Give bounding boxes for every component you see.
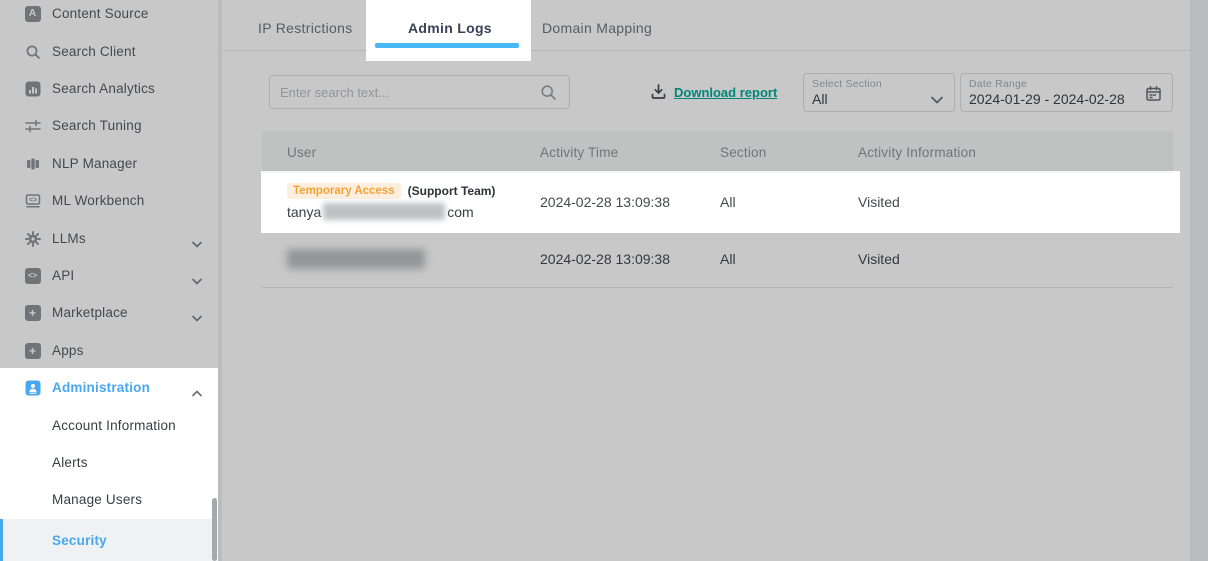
tabbar-divider bbox=[222, 50, 366, 51]
sidebar-item-label: Apps bbox=[52, 343, 84, 358]
redacted-email-blur bbox=[323, 203, 445, 220]
search-input[interactable] bbox=[280, 76, 540, 108]
date-range-picker[interactable]: Date Range 2024-01-29 - 2024-02-28 bbox=[960, 73, 1173, 112]
search-icon[interactable] bbox=[540, 84, 557, 106]
security-content-card: IP Restrictions Admin Logs Domain Mappin… bbox=[222, 0, 1190, 561]
apps-icon: + bbox=[24, 342, 41, 359]
table-row: Temporary Access (Support Team) tanya co… bbox=[262, 173, 1173, 230]
chevron-up-icon bbox=[192, 384, 202, 402]
admin-logs-table: User Activity Time Section Activity Info… bbox=[262, 131, 1173, 288]
calendar-icon bbox=[1145, 85, 1162, 107]
sidebar-item-content-source[interactable]: A Content Source bbox=[0, 0, 218, 32]
sidebar-item-marketplace[interactable]: + Marketplace bbox=[0, 294, 218, 331]
column-header-activity-information: Activity Information bbox=[858, 145, 1173, 160]
sidebar-item-search-client[interactable]: Search Client bbox=[0, 33, 218, 70]
user-cell bbox=[262, 249, 540, 269]
column-header-activity-time: Activity Time bbox=[540, 145, 720, 160]
user-email: tanya com bbox=[287, 203, 540, 220]
redacted-email-blur bbox=[287, 249, 425, 269]
section-filter-value: All bbox=[812, 91, 828, 107]
table-row: 2024-02-28 13:09:38 All Visited bbox=[262, 230, 1173, 287]
tabbar-divider bbox=[531, 50, 1190, 51]
section-cell: All bbox=[720, 194, 858, 210]
user-cell: Temporary Access (Support Team) tanya co… bbox=[262, 183, 540, 220]
tab-ip-restrictions[interactable]: IP Restrictions bbox=[258, 20, 353, 36]
sidebar-item-label: Account Information bbox=[52, 418, 176, 433]
column-header-user: User bbox=[262, 145, 540, 160]
sidebar-item-label: ML Workbench bbox=[52, 193, 144, 208]
sidebar-item-label: Alerts bbox=[52, 455, 88, 470]
tuning-sliders-icon bbox=[24, 117, 41, 134]
sidebar-item-label: Administration bbox=[52, 380, 150, 395]
sidebar-item-label: LLMs bbox=[52, 231, 86, 246]
sidebar: A Content Source Search Client Search An… bbox=[0, 0, 218, 561]
sidebar-item-label: Content Source bbox=[52, 6, 149, 21]
section-cell: All bbox=[720, 251, 858, 267]
log-search-box bbox=[269, 75, 570, 109]
sidebar-item-apps[interactable]: + Apps bbox=[0, 332, 218, 369]
marketplace-icon: + bbox=[24, 304, 41, 321]
sidebar-item-search-analytics[interactable]: Search Analytics bbox=[0, 70, 218, 107]
ml-workbench-icon: <> bbox=[24, 192, 41, 209]
sidebar-item-api[interactable]: <> API bbox=[0, 257, 218, 294]
content-source-icon: A bbox=[24, 5, 41, 22]
chevron-down-icon bbox=[192, 235, 202, 253]
tab-admin-logs[interactable]: Admin Logs bbox=[408, 20, 492, 36]
api-icon: <> bbox=[24, 267, 41, 284]
svg-text:<>: <> bbox=[28, 197, 36, 204]
nlp-manager-icon bbox=[24, 155, 41, 172]
email-prefix: tanya bbox=[287, 204, 321, 220]
section-filter-label: Select Section bbox=[812, 78, 882, 90]
download-icon[interactable] bbox=[650, 83, 667, 105]
temporary-access-badge: Temporary Access bbox=[287, 183, 401, 199]
date-range-value: 2024-01-29 - 2024-02-28 bbox=[969, 91, 1125, 107]
sidebar-item-alerts[interactable]: Alerts bbox=[0, 444, 218, 481]
support-team-note: (Support Team) bbox=[408, 184, 496, 198]
tab-domain-mapping[interactable]: Domain Mapping bbox=[542, 20, 652, 36]
active-tab-underline bbox=[375, 43, 519, 48]
sidebar-item-search-tuning[interactable]: Search Tuning bbox=[0, 107, 218, 144]
sidebar-item-security[interactable]: Security bbox=[0, 519, 218, 561]
activity-information-cell: Visited bbox=[858, 251, 1173, 267]
sidebar-item-label: Search Tuning bbox=[52, 118, 142, 133]
column-header-section: Section bbox=[720, 145, 858, 160]
sidebar-item-account-information[interactable]: Account Information bbox=[0, 407, 218, 444]
sidebar-item-label: API bbox=[52, 268, 74, 283]
date-range-label: Date Range bbox=[969, 78, 1027, 90]
sidebar-item-manage-users[interactable]: Manage Users bbox=[0, 481, 218, 518]
chevron-down-icon bbox=[931, 91, 943, 109]
search-icon bbox=[24, 43, 41, 60]
sidebar-item-label: Security bbox=[52, 533, 107, 548]
activity-time-cell: 2024-02-28 13:09:38 bbox=[540, 194, 720, 210]
email-suffix: com bbox=[447, 204, 473, 220]
sidebar-scrollbar-thumb[interactable] bbox=[212, 498, 217, 561]
analytics-icon bbox=[24, 80, 41, 97]
chevron-down-icon bbox=[192, 309, 202, 327]
administration-badge-icon bbox=[24, 379, 41, 396]
row-divider bbox=[262, 287, 1173, 288]
sidebar-item-nlp-manager[interactable]: NLP Manager bbox=[0, 145, 218, 182]
sidebar-item-label: Search Client bbox=[52, 44, 136, 59]
activity-time-cell: 2024-02-28 13:09:38 bbox=[540, 251, 720, 267]
llms-gear-icon bbox=[24, 230, 41, 247]
table-header-row: User Activity Time Section Activity Info… bbox=[262, 131, 1173, 173]
sidebar-item-label: NLP Manager bbox=[52, 156, 137, 171]
sidebar-item-administration[interactable]: Administration bbox=[0, 369, 218, 406]
section-filter-dropdown[interactable]: Select Section All bbox=[803, 73, 955, 112]
download-report-link[interactable]: Download report bbox=[674, 85, 777, 100]
activity-information-cell: Visited bbox=[858, 194, 1173, 210]
sidebar-item-label: Search Analytics bbox=[52, 81, 155, 96]
sidebar-item-label: Manage Users bbox=[52, 492, 142, 507]
admin-security-screen: A Content Source Search Client Search An… bbox=[0, 0, 1208, 561]
sidebar-item-label: Marketplace bbox=[52, 305, 128, 320]
chevron-down-icon bbox=[192, 272, 202, 290]
sidebar-item-ml-workbench[interactable]: <> ML Workbench bbox=[0, 182, 218, 219]
sidebar-item-llms[interactable]: LLMs bbox=[0, 220, 218, 257]
